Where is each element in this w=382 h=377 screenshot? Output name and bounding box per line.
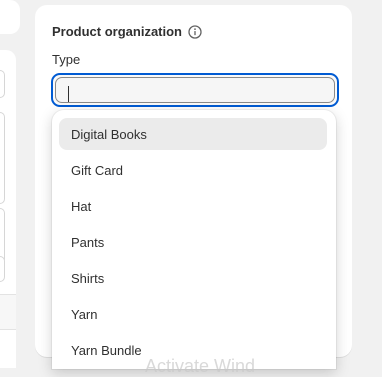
option-gift-card[interactable]: Gift Card [59,154,327,186]
left-footer-band [0,294,16,330]
left-card-top [0,0,20,34]
type-input[interactable] [51,73,339,107]
activation-watermark: Activate Wind [145,356,256,376]
option-digital-books[interactable]: Digital Books [59,118,327,150]
type-input-field[interactable] [55,77,335,103]
left-field[interactable] [0,70,5,98]
left-field[interactable] [0,112,5,204]
type-dropdown: Digital Books Gift Card Hat Pants Shirts… [52,110,336,369]
option-shirts[interactable]: Shirts [59,262,327,294]
text-caret [68,86,69,102]
info-icon[interactable] [188,24,202,39]
option-hat[interactable]: Hat [59,190,327,222]
type-label: Type [52,52,81,67]
left-field[interactable] [0,256,5,282]
option-pants[interactable]: Pants [59,226,327,258]
card-title-text: Product organization [52,24,182,39]
option-yarn[interactable]: Yarn [59,298,327,330]
card-title: Product organization [52,24,202,39]
